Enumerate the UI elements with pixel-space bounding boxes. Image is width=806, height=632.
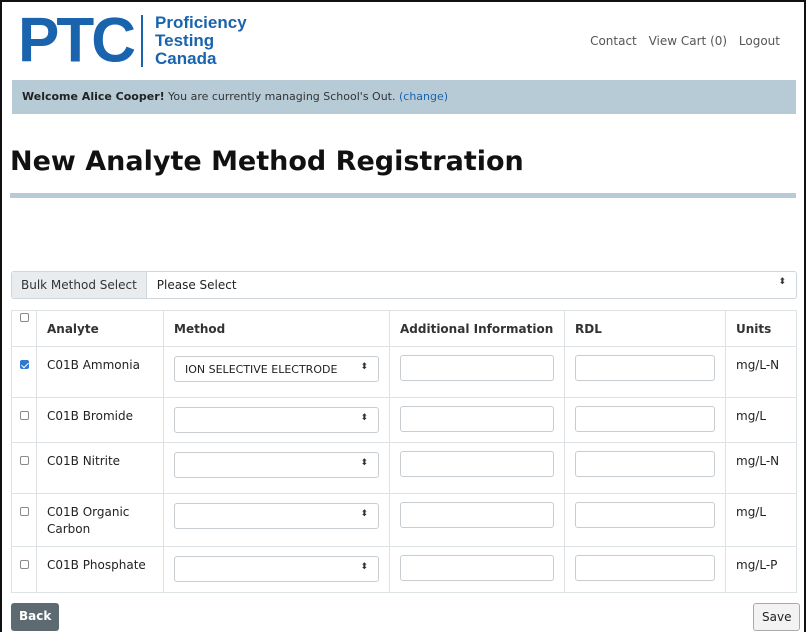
row-checkbox[interactable] [19,456,29,465]
analyte-rows: C01B Ammonia ION SELECTIVE ELECTRODE ⬍ mg… [11,346,797,593]
units: mg/L [736,409,767,423]
bulk-method-dropdown[interactable]: Please Select ⬍ [147,272,796,298]
logo-line-3: Canada [155,49,217,68]
additional-info-input[interactable] [400,451,554,477]
welcome-greeting: Welcome Alice Cooper! [22,90,165,103]
chevron-updown-icon: ⬍ [360,509,368,519]
rdl-input[interactable] [575,451,715,477]
additional-info-input[interactable] [400,406,554,432]
table-header-row: Analyte Method Additional Information RD… [11,310,797,347]
rdl-input[interactable] [575,406,715,432]
logo-mark: PTC [18,5,136,76]
select-all-cell [11,310,37,347]
header-method: Method [163,310,390,347]
table-row: C01B Bromide ⬍ mg/L [11,397,797,443]
rdl-input[interactable] [575,555,715,581]
change-link[interactable]: (change) [399,90,448,103]
row-checkbox[interactable] [19,560,29,569]
site-header: PTC Proficiency Testing Canada Contact V… [2,2,804,78]
header-analyte: Analyte [36,310,164,347]
chevron-updown-icon: ⬍ [360,562,368,572]
chevron-updown-icon: ⬍ [778,277,786,287]
table-row: C01B Phosphate ⬍ mg/L-P [11,546,797,593]
logo-line-2: Testing [155,31,215,50]
page-title: New Analyte Method Registration [10,146,524,177]
analyte-name: C01B Phosphate [47,558,146,572]
analyte-name: C01B Ammonia [47,358,140,372]
table-row: C01B Organic Carbon ⬍ mg/L [11,493,797,547]
method-select[interactable]: ⬍ [174,452,379,478]
method-select[interactable]: ⬍ [174,503,379,529]
analyte-name: C01B Nitrite [47,454,121,468]
analyte-name: C01B Bromide [47,409,133,423]
logo-wordmark: Proficiency Testing Canada [155,14,247,68]
logo-divider [141,15,143,67]
rdl-input[interactable] [575,502,715,528]
additional-info-input[interactable] [400,502,554,528]
title-divider [10,193,796,198]
chevron-updown-icon: ⬍ [360,458,368,468]
method-select[interactable]: ⬍ [174,556,379,582]
logo-line-1: Proficiency [155,13,247,32]
top-nav: Contact View Cart (0) Logout [582,34,780,48]
welcome-banner: Welcome Alice Cooper! You are currently … [12,80,796,114]
method-select[interactable]: ION SELECTIVE ELECTRODE ⬍ [174,356,379,382]
bulk-method-value: Please Select [156,278,237,292]
method-value: ION SELECTIVE ELECTRODE [185,363,338,376]
units: mg/L-P [736,558,778,572]
table-row: C01B Nitrite ⬍ mg/L-N [11,442,797,494]
analyte-name: C01B Organic Carbon [47,505,130,536]
select-all-checkbox[interactable] [19,313,29,322]
units: mg/L-N [736,358,780,372]
row-checkbox[interactable] [19,411,29,420]
bulk-method-select: Bulk Method Select Please Select ⬍ [11,271,797,299]
table-row: C01B Ammonia ION SELECTIVE ELECTRODE ⬍ mg… [11,346,797,398]
units: mg/L [736,505,767,519]
additional-info-input[interactable] [400,355,554,381]
back-button[interactable]: Back [11,603,60,631]
contact-link[interactable]: Contact [590,34,637,48]
method-select[interactable]: ⬍ [174,407,379,433]
chevron-updown-icon: ⬍ [360,413,368,423]
ptc-logo[interactable]: PTC Proficiency Testing Canada [18,5,247,76]
row-checkbox[interactable] [19,507,29,516]
header-rdl: RDL [564,310,726,347]
units: mg/L-N [736,454,780,468]
bulk-method-label: Bulk Method Select [12,272,147,298]
chevron-updown-icon: ⬍ [360,362,368,372]
view-cart-link[interactable]: View Cart (0) [649,34,727,48]
header-additional-info: Additional Information [389,310,565,347]
header-units: Units [725,310,797,347]
row-checkbox[interactable] [19,360,29,369]
logout-link[interactable]: Logout [739,34,780,48]
welcome-message: You are currently managing School's Out. [164,90,399,103]
analyte-table: Analyte Method Additional Information RD… [11,310,797,593]
save-button[interactable]: Save [753,603,801,631]
rdl-input[interactable] [575,355,715,381]
additional-info-input[interactable] [400,555,554,581]
